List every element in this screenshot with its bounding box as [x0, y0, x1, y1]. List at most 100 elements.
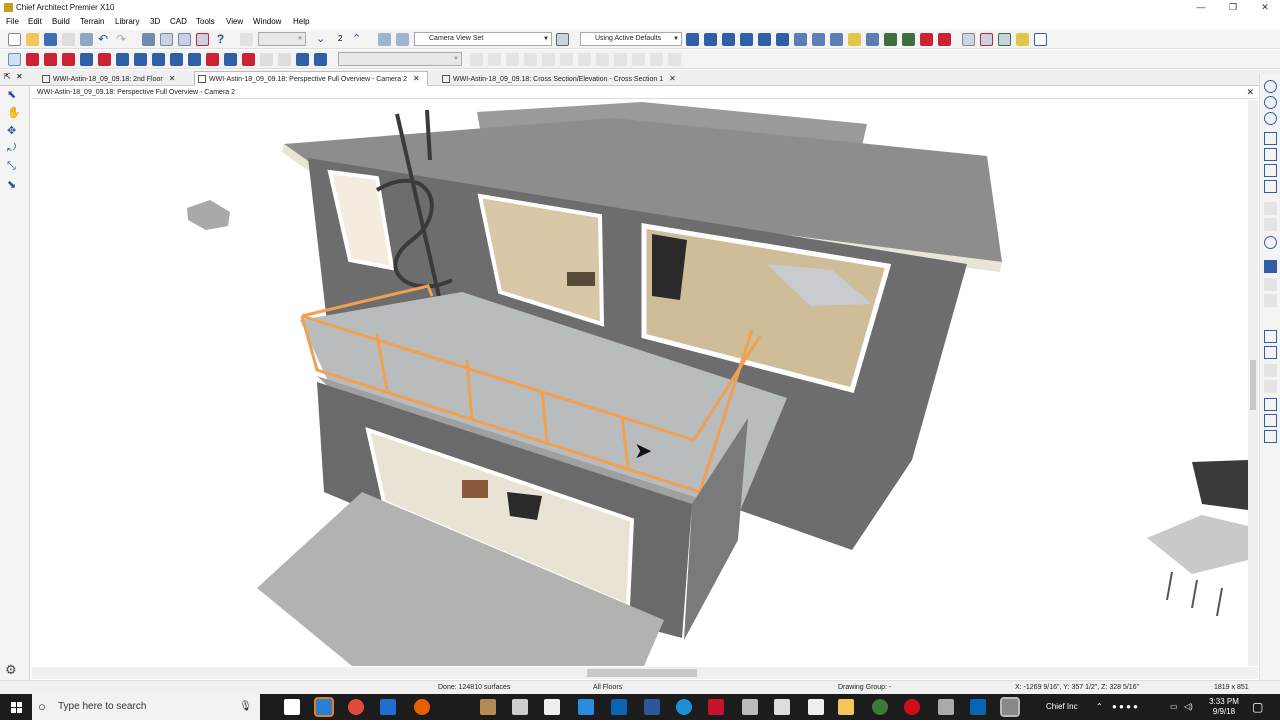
zoom-out-icon[interactable]	[1264, 112, 1277, 125]
checkbox-icon[interactable]	[556, 33, 569, 46]
tab-close-icon[interactable]: ✕	[413, 74, 420, 83]
tabs-menu-icon[interactable]: ⇱	[4, 72, 11, 81]
word-icon[interactable]	[644, 699, 660, 715]
redo-icon[interactable]: ↷	[116, 33, 129, 46]
tab-perspective-camera-2[interactable]: WWI-Astin-18_09_09.18: Perspective Full …	[194, 71, 428, 86]
stairs-tool-icon[interactable]	[116, 53, 129, 66]
3d-box-icon[interactable]	[314, 53, 327, 66]
delete-3d-icon[interactable]	[920, 33, 933, 46]
layer-display-icon[interactable]	[160, 33, 173, 46]
fill-window-building-icon[interactable]	[1264, 148, 1277, 161]
landscape-icon[interactable]	[998, 33, 1011, 46]
restore-button[interactable]: ❐	[1217, 0, 1249, 15]
plan-view-icon[interactable]	[178, 33, 191, 46]
camera-view-set-combo[interactable]: Camera View Set ▼	[414, 32, 552, 46]
active-defaults-combo[interactable]: Using Active Defaults ▼	[580, 32, 682, 46]
light-icon[interactable]	[848, 33, 861, 46]
zoom-app-icon[interactable]	[314, 697, 334, 717]
task-view-icon[interactable]	[284, 699, 300, 715]
fill-window-icon[interactable]	[1264, 132, 1277, 145]
sync-icon[interactable]	[676, 699, 692, 715]
camera-side-icon[interactable]	[1264, 260, 1277, 273]
text-tool-icon[interactable]	[296, 53, 309, 66]
chrome-icon[interactable]	[348, 699, 364, 715]
draw-3d-icon[interactable]	[902, 33, 915, 46]
view-close-icon[interactable]: ✕	[1246, 87, 1254, 98]
move-icon[interactable]: ✥	[7, 124, 20, 137]
tab-close-icon[interactable]: ✕	[669, 74, 676, 83]
tray-app-icons[interactable]: ● ● ● ●	[1112, 694, 1138, 720]
taskbar-search[interactable]: ○ Type here to search 🎙	[32, 694, 260, 720]
print-icon[interactable]	[80, 33, 93, 46]
file-explorer-icon[interactable]	[838, 699, 854, 715]
check-icon[interactable]	[196, 33, 209, 46]
dimension-tool-icon[interactable]	[188, 53, 201, 66]
group-select-icon[interactable]: ⬊	[7, 178, 20, 191]
layout-icon[interactable]	[1034, 33, 1047, 46]
tray-chevron-icon[interactable]: ⌃	[1096, 694, 1103, 720]
people-icon[interactable]	[758, 33, 771, 46]
space-planning-icon[interactable]	[224, 53, 237, 66]
undo-zoom-icon[interactable]	[1264, 164, 1277, 177]
wall-tool-icon[interactable]	[26, 53, 39, 66]
move-camera-icon[interactable]	[884, 33, 897, 46]
save-icon[interactable]	[44, 33, 57, 46]
microphone-icon[interactable]: 🎙	[239, 694, 252, 720]
pan-hand-icon[interactable]: ✋	[7, 106, 21, 119]
pen-app-icon[interactable]	[742, 699, 758, 715]
walkthrough-icon[interactable]	[740, 33, 753, 46]
home-icon[interactable]	[686, 33, 699, 46]
menu-edit[interactable]: Edit	[28, 17, 42, 26]
align-side-b-icon[interactable]	[1264, 414, 1277, 427]
roof-tool-icon[interactable]	[98, 53, 111, 66]
window-tile-icon[interactable]	[962, 33, 975, 46]
start-button[interactable]	[0, 694, 32, 720]
print-preview-icon[interactable]	[62, 33, 75, 46]
menu-3d[interactable]: 3D	[150, 17, 160, 26]
pan-icon[interactable]	[1264, 180, 1277, 193]
outlook-window-icon[interactable]	[970, 699, 986, 715]
settings-icon[interactable]	[512, 699, 528, 715]
tab-cross-section-1[interactable]: WWI-Astin-18_09_09.18: Cross Section/Ele…	[438, 71, 684, 86]
column-tool-icon[interactable]	[152, 53, 165, 66]
open-folder-icon[interactable]	[26, 33, 39, 46]
opera-icon[interactable]	[904, 699, 920, 715]
photos-icon[interactable]	[578, 699, 594, 715]
upwork-icon[interactable]	[872, 699, 888, 715]
edit-side-b-icon[interactable]	[1264, 346, 1277, 359]
menu-file[interactable]: File	[6, 17, 19, 26]
gear-icon[interactable]: ⚙	[5, 662, 18, 677]
zoom-icon[interactable]	[1264, 80, 1277, 93]
camera-icon[interactable]	[378, 33, 391, 46]
person-icon[interactable]	[776, 33, 789, 46]
phone-app-icon[interactable]	[774, 699, 790, 715]
horizontal-scrollbar[interactable]	[32, 667, 1258, 679]
zoom-in-icon[interactable]	[1264, 96, 1277, 109]
plan-window-icon[interactable]	[980, 33, 993, 46]
camera-full-icon[interactable]	[704, 33, 717, 46]
tabs-close-icon[interactable]: ✕	[16, 72, 23, 81]
down-floor-icon[interactable]: ⌄	[316, 33, 329, 46]
chief-architect-icon[interactable]	[1000, 697, 1020, 717]
rotate-icon[interactable]: ⤾	[7, 142, 20, 155]
close-button[interactable]: ✕	[1249, 0, 1280, 15]
3d-viewport[interactable]: ➤	[32, 100, 1248, 666]
tray-label[interactable]: Chief Inc	[1046, 694, 1078, 720]
vertical-scrollbar[interactable]	[1248, 100, 1258, 666]
window-tool-icon[interactable]	[80, 53, 93, 66]
sketch-app-icon[interactable]	[938, 699, 954, 715]
tab-close-icon[interactable]: ✕	[169, 74, 176, 83]
tab-2nd-floor[interactable]: WWI-Astin-18_09_09.18: 2nd Floor ✕	[38, 71, 186, 86]
edit-3d-icon[interactable]	[866, 33, 879, 46]
menu-cad[interactable]: CAD	[170, 17, 187, 26]
framing-tool-icon[interactable]	[134, 53, 147, 66]
menu-tools[interactable]: Tools	[196, 17, 215, 26]
fireplace-tool-icon[interactable]	[206, 53, 219, 66]
align-side-c-icon[interactable]	[1264, 430, 1277, 443]
menu-terrain[interactable]: Terrain	[80, 17, 104, 26]
notifications-icon[interactable]: ▢	[1252, 694, 1263, 720]
quicken-icon[interactable]	[708, 699, 724, 715]
edge-icon[interactable]	[380, 699, 396, 715]
vertical-scroll-thumb[interactable]	[1250, 360, 1256, 410]
door-tool-icon[interactable]	[62, 53, 75, 66]
